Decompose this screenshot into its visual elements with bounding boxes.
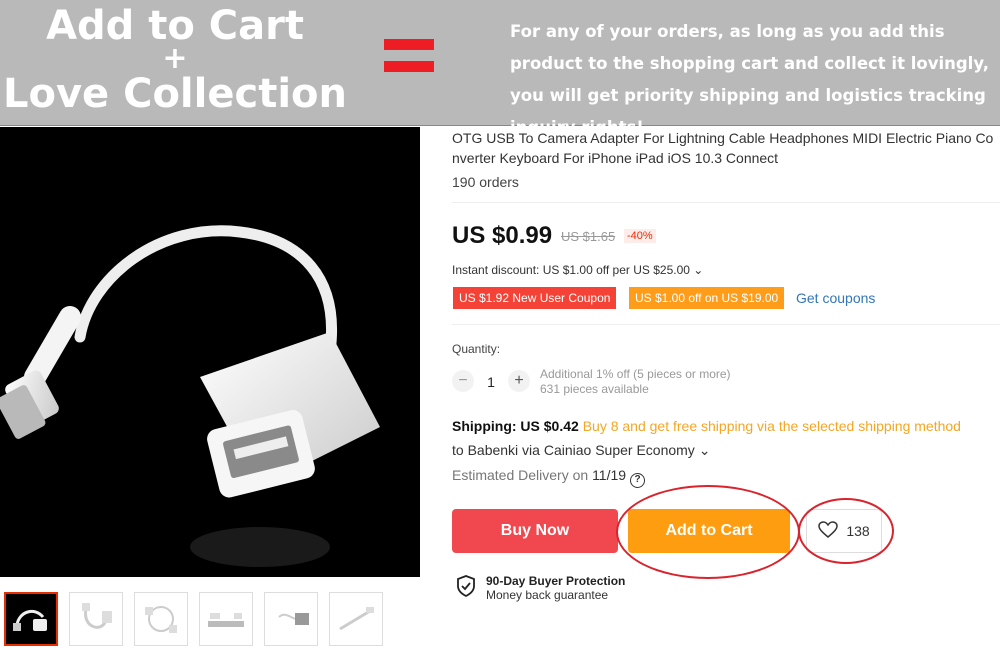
quantity-decrease-button[interactable]: −: [452, 370, 474, 392]
equals-icon: [384, 39, 434, 72]
protection-subtitle: Money back guarantee: [486, 588, 609, 602]
instant-discount-label: Instant discount: US $1.00 off per US $2…: [452, 263, 690, 277]
chevron-down-icon: ⌄: [693, 263, 704, 277]
shield-icon: [456, 574, 476, 602]
thumbnail-strip: [4, 592, 383, 646]
estimated-delivery-date: 11/19: [592, 467, 627, 483]
shipping-price: Shipping: US $0.42: [452, 418, 579, 434]
product-main-image: [0, 127, 420, 577]
divider: [452, 324, 1000, 325]
free-shipping-promo: Buy 8 and get free shipping via the sele…: [582, 418, 961, 434]
shipping-method[interactable]: to Babenki via Cainiao Super Economy ⌄: [452, 442, 710, 459]
store-coupon[interactable]: US $1.00 off on US $19.00: [629, 287, 785, 309]
quantity-label: Quantity:: [452, 342, 501, 356]
banner-message: For any of your orders, as long as you a…: [510, 22, 990, 137]
quantity-note: Additional 1% off (5 pieces or more) 631…: [540, 367, 731, 397]
help-icon[interactable]: ?: [630, 473, 646, 488]
instant-discount[interactable]: Instant discount: US $1.00 off per US $2…: [452, 263, 703, 277]
bulk-discount-note: Additional 1% off (5 pieces or more): [540, 367, 731, 381]
buyer-protection: 90-Day Buyer Protection Money back guara…: [456, 574, 625, 602]
thumbnail-4[interactable]: [199, 592, 253, 646]
estimated-delivery-label: Estimated Delivery on: [452, 467, 589, 483]
wishlist-button[interactable]: 138: [806, 509, 882, 553]
stock-available: 631 pieces available: [540, 382, 649, 396]
order-count: 190 orders: [452, 174, 519, 190]
thumbnail-3[interactable]: [134, 592, 188, 646]
quantity-value[interactable]: 1: [480, 374, 502, 390]
banner-line-2: +: [162, 41, 188, 76]
protection-title: 90-Day Buyer Protection: [486, 574, 626, 588]
banner-line-3: Love Collection: [3, 71, 347, 117]
divider: [452, 202, 1000, 203]
shipping-method-label: to Babenki via Cainiao Super Economy: [452, 442, 695, 458]
shipping-info: Shipping: US $0.42 Buy 8 and get free sh…: [452, 418, 961, 434]
heart-icon: [818, 520, 839, 542]
thumbnail-2[interactable]: [69, 592, 123, 646]
thumbnail-5[interactable]: [264, 592, 318, 646]
current-price: US $0.99: [452, 222, 553, 249]
buy-now-button[interactable]: Buy Now: [452, 509, 618, 553]
quantity-increase-button[interactable]: +: [508, 370, 530, 392]
thumbnail-6[interactable]: [329, 592, 383, 646]
banner-slogan: Add to Cart + Love Collection: [0, 4, 350, 118]
original-price: US $1.65: [561, 229, 616, 244]
thumbnail-1[interactable]: [4, 592, 58, 646]
chevron-down-icon: ⌄: [698, 442, 711, 458]
product-title: OTG USB To Camera Adapter For Lightning …: [452, 130, 994, 166]
get-coupons-link[interactable]: Get coupons: [796, 290, 875, 306]
estimated-delivery: Estimated Delivery on 11/19?: [452, 467, 646, 488]
discount-badge: -40%: [624, 229, 656, 243]
add-to-cart-button[interactable]: Add to Cart: [628, 509, 790, 553]
promo-banner: Add to Cart + Love Collection For any of…: [0, 0, 1000, 137]
wishlist-count: 138: [846, 523, 870, 539]
new-user-coupon[interactable]: US $1.92 New User Coupon: [453, 287, 617, 309]
